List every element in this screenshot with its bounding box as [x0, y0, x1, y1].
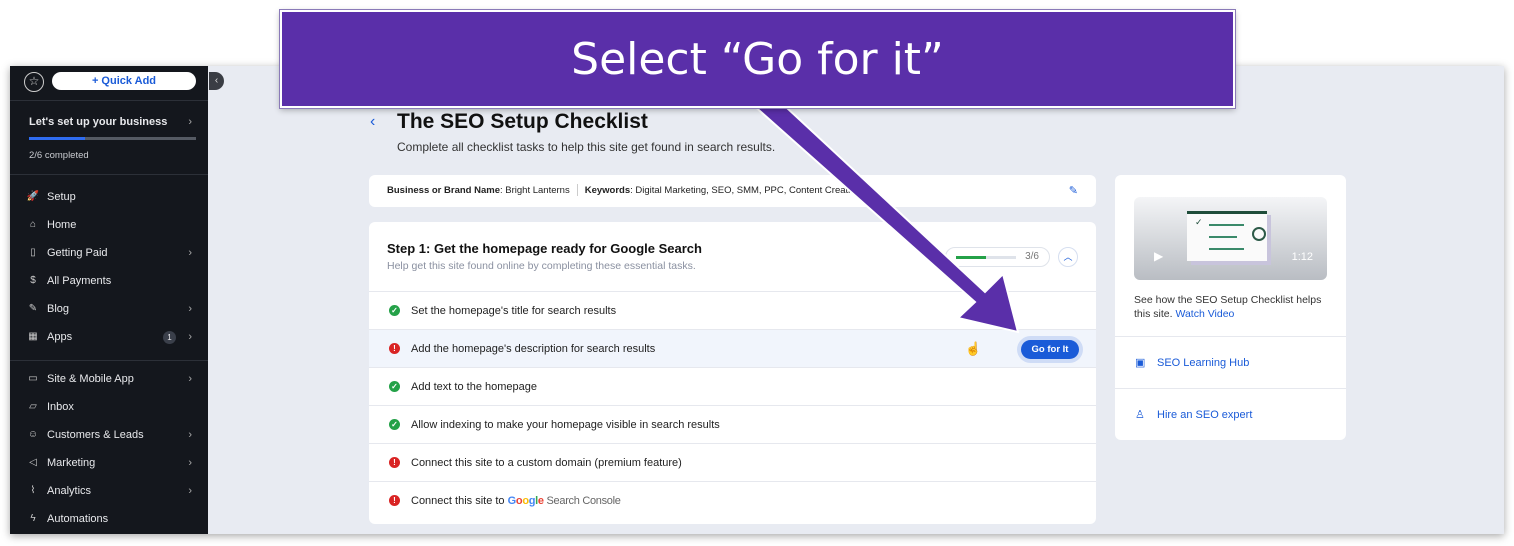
instruction-callout: Select “Go for it”: [279, 9, 1236, 109]
